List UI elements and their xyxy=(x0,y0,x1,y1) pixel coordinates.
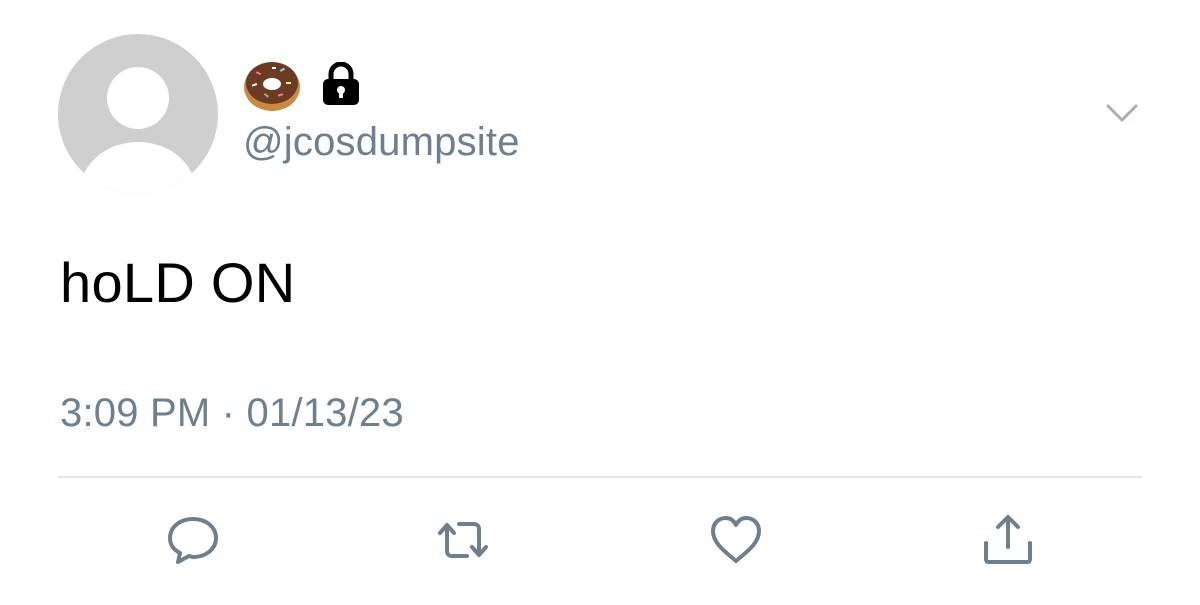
avatar-head-shape xyxy=(107,67,169,129)
tweet-timestamp[interactable]: 3:09 PM · 01/13/23 xyxy=(60,391,404,436)
avatar[interactable] xyxy=(58,34,218,194)
avatar-body-shape xyxy=(80,142,196,194)
display-name[interactable] xyxy=(242,56,362,112)
like-button[interactable] xyxy=(706,510,766,570)
retweet-button[interactable] xyxy=(433,510,493,570)
share-icon xyxy=(984,515,1032,564)
lock-icon xyxy=(323,62,359,105)
donut-emoji-icon xyxy=(244,62,300,111)
reply-icon xyxy=(168,517,218,564)
divider xyxy=(58,476,1142,478)
chevron-down-icon[interactable] xyxy=(1105,102,1139,124)
heart-icon xyxy=(711,516,761,563)
share-button[interactable] xyxy=(978,510,1038,570)
reply-button[interactable] xyxy=(163,510,223,570)
user-handle[interactable]: @jcosdumpsite xyxy=(243,120,520,165)
tweet-text: hoLD ON xyxy=(60,251,296,314)
retweet-icon xyxy=(438,522,488,558)
